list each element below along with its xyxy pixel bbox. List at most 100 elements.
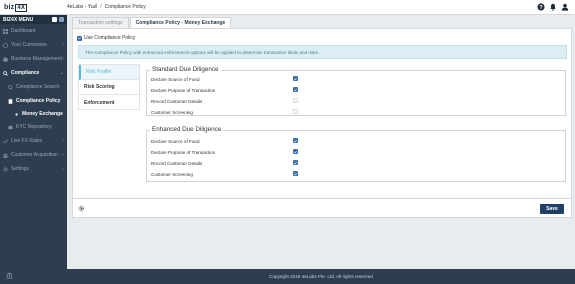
sidebar-item-label: KYC Repository [16, 124, 52, 130]
std-customer-screening-checkbox[interactable] [293, 109, 298, 114]
sidebar-item-label: Compliance Policy [16, 98, 61, 104]
std-record-customer-details-checkbox[interactable] [293, 98, 298, 103]
vtab-enforcement[interactable]: Enforcement [79, 95, 139, 110]
sidebar-item-label: Compliance Search [16, 84, 60, 90]
sidebar-item-kyc-repository[interactable]: KYC Repository [0, 120, 67, 134]
action-bar: Save [72, 198, 572, 218]
sidebar-header: BIZ4X MENU [0, 15, 67, 24]
enh-purpose-of-transaction-checkbox[interactable] [293, 149, 298, 154]
option-label: Customer Screening [151, 109, 193, 115]
breadcrumb-separator: / [100, 4, 102, 10]
sidebar-item-label: Your Currencies [11, 42, 47, 48]
expand-menu-icon[interactable] [52, 17, 57, 22]
std-row-purpose-of-transaction: Declare Purpose of Transaction [151, 85, 563, 95]
enhanced-due-diligence-section: Enhanced Due Diligence Declare Source of… [146, 126, 566, 182]
company-name: 4eLabs - รันด์ [67, 4, 98, 10]
info-alert: The Compliance Policy with enhanced enfo… [78, 45, 567, 59]
top-icons: ? [537, 3, 569, 11]
standard-due-diligence-title: Standard Due Diligence [150, 66, 221, 73]
user-icon[interactable] [561, 3, 569, 11]
sidebar-item-label: Settings [11, 166, 30, 172]
bank-icon[interactable] [6, 272, 13, 279]
tab-bar: Transaction settings Compliance Policy -… [72, 17, 232, 28]
collapse-menu-icon[interactable] [59, 17, 64, 22]
sidebar-item-business-management[interactable]: Business Management ‹ [0, 52, 67, 66]
use-compliance-policy-row: Use Compliance Policy [77, 35, 135, 41]
sidebar-item-live-fx-rates[interactable]: Live FX Rates ‹ [0, 134, 67, 148]
help-icon[interactable]: ? [537, 3, 545, 11]
sidebar-item-customer-acquisition[interactable]: Customer Acquisition ‹ [0, 148, 67, 162]
breadcrumb: 4eLabs - รันด์ / Compliance Policy [67, 3, 146, 11]
sidebar-item-label: Money Exchange [22, 111, 63, 117]
top-bar: biz 4X 4eLabs - รันด์ / Compliance Policy… [0, 0, 575, 15]
vertical-tabs: Risk Profile Risk Scoring Enforcement [78, 64, 140, 110]
enh-source-of-fund-checkbox[interactable] [293, 138, 298, 143]
sidebar-item-money-exchange[interactable]: Money Exchange [0, 108, 67, 120]
gear-icon [3, 166, 8, 172]
sidebar-item-settings[interactable]: Settings ‹ [0, 162, 67, 176]
use-compliance-policy-label: Use Compliance Policy [84, 35, 136, 41]
biz4x-logo[interactable]: biz 4X [0, 0, 67, 15]
settings-gear-icon[interactable] [78, 205, 85, 212]
std-row-record-customer-details: Record Customer Details [151, 96, 563, 106]
sidebar-item-label: Dashboard [11, 28, 36, 34]
menu-title: BIZ4X MENU [3, 16, 34, 23]
std-purpose-of-transaction-checkbox[interactable] [293, 87, 298, 92]
bullet-icon [15, 112, 18, 116]
magnify-icon [8, 84, 13, 90]
std-source-of-fund-checkbox[interactable] [293, 76, 298, 81]
chart-icon [3, 139, 8, 143]
vtab-risk-scoring[interactable]: Risk Scoring [79, 80, 139, 95]
policy-card: Use Compliance Policy The Compliance Pol… [72, 28, 572, 211]
chevron-left-icon: ‹ [62, 166, 64, 172]
save-button[interactable]: Save [540, 204, 564, 214]
enh-record-customer-details-checkbox[interactable] [293, 160, 298, 165]
sidebar-item-label: Business Management [11, 56, 62, 62]
use-compliance-policy-checkbox[interactable] [77, 35, 82, 41]
chevron-down-icon: ⌄ [59, 70, 64, 76]
page-title: Compliance Policy [104, 4, 146, 10]
std-row-customer-screening: Customer Screening [151, 107, 563, 117]
tab-compliance-policy-money-exchange[interactable]: Compliance Policy - Money Exchange [129, 17, 232, 28]
sidebar-item-compliance-search[interactable]: Compliance Search [0, 80, 67, 94]
sidebar: BIZ4X MENU Dashboard Your Currencies ‹ B… [0, 15, 67, 284]
tab-transaction-settings[interactable]: Transaction settings [72, 17, 129, 28]
briefcase-icon [3, 56, 8, 62]
enh-row-customer-screening: Customer Screening [151, 169, 563, 179]
currency-icon [3, 42, 8, 48]
search-icon [3, 70, 8, 76]
enh-row-record-customer-details: Record Customer Details [151, 158, 563, 168]
main-content: Transaction settings Compliance Policy -… [67, 15, 575, 269]
chevron-left-icon: ‹ [62, 56, 64, 62]
enh-customer-screening-checkbox[interactable] [293, 171, 298, 176]
sidebar-item-label: Compliance [11, 70, 40, 76]
standard-due-diligence-section: Standard Due Diligence Declare Source of… [146, 66, 566, 117]
enh-row-source-of-fund: Declare Source of Fund [151, 136, 563, 146]
logo-box-text: 4X [15, 3, 28, 12]
logo-text: biz [4, 3, 15, 11]
option-label: Declare Purpose of Transaction [151, 149, 216, 155]
sidebar-item-label: Customer Acquisition [11, 152, 58, 158]
sidebar-item-compliance[interactable]: Compliance ⌄ [0, 66, 67, 80]
sidebar-item-your-currencies[interactable]: Your Currencies ‹ [0, 38, 67, 52]
footer: Copyright 2018 4eLabs Pte. Ltd. All righ… [67, 269, 575, 284]
chevron-left-icon: ‹ [62, 42, 64, 48]
enhanced-due-diligence-title: Enhanced Due Diligence [150, 126, 224, 133]
option-label: Record Customer Details [151, 160, 203, 166]
dashboard-icon [3, 28, 8, 34]
option-label: Record Customer Details [151, 98, 203, 104]
chevron-left-icon: ‹ [62, 138, 64, 144]
bell-icon[interactable] [549, 3, 557, 11]
sidebar-item-compliance-policy[interactable]: Compliance Policy [0, 94, 67, 108]
policy-icon [8, 98, 13, 104]
sidebar-item-dashboard[interactable]: Dashboard [0, 24, 67, 38]
repository-icon [8, 125, 13, 129]
people-icon [3, 153, 8, 158]
vtab-risk-profile[interactable]: Risk Profile [79, 65, 139, 80]
enh-row-purpose-of-transaction: Declare Purpose of Transaction [151, 147, 563, 157]
chevron-left-icon: ‹ [62, 152, 64, 158]
option-label: Customer Screening [151, 171, 193, 177]
svg-text:?: ? [539, 5, 543, 11]
option-label: Declare Source of Fund [151, 76, 200, 82]
sidebar-item-label: Live FX Rates [11, 138, 43, 144]
